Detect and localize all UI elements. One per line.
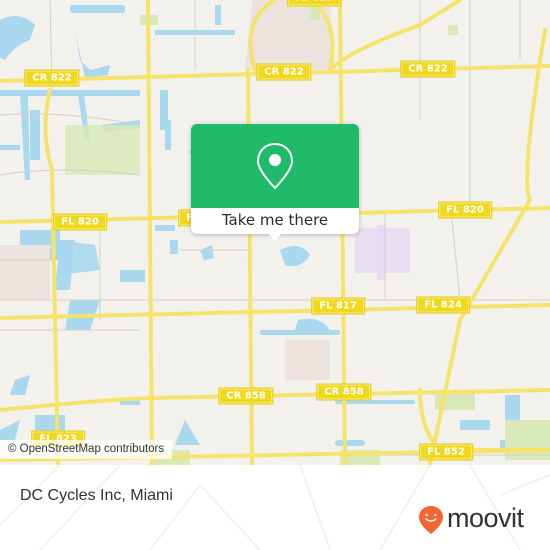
airport-area (355, 225, 410, 280)
road-shield-cr858: CR 858 (219, 388, 273, 404)
road-shield-cr858: CR 858 (317, 384, 371, 400)
road-shield-fl820: FL 820 (54, 214, 106, 230)
popup-pointer (268, 233, 282, 241)
map-view[interactable]: CR 822 CR 822 CR 822 FL 817 FL 820 FL 82… (0, 0, 550, 465)
moovit-smile-pin-icon (419, 506, 443, 534)
road-shield-fl817: FL 817 (312, 298, 364, 314)
road-shield-fl820: FL 820 (439, 202, 491, 218)
destination-popup[interactable]: Take me there (191, 124, 359, 241)
take-me-there-button[interactable]: Take me there (191, 208, 359, 234)
moovit-logo[interactable]: moovit (418, 503, 524, 535)
moovit-wordmark: moovit (447, 503, 524, 533)
location-pin-icon (256, 142, 294, 190)
road-shield-cr822: CR 822 (25, 70, 79, 86)
road-shield-fl817: FL 817 (288, 0, 340, 6)
road-shield-cr822: CR 822 (401, 61, 455, 77)
road-shield-fl824: FL 824 (417, 297, 469, 313)
place-name: DC Cycles Inc, Miami (20, 487, 173, 504)
road-shield-cr822: CR 822 (257, 64, 311, 80)
road-shield-fl852: FL 852 (420, 444, 472, 460)
map-attribution[interactable]: © OpenStreetMap contributors (0, 440, 173, 459)
popup-header[interactable] (191, 124, 359, 208)
